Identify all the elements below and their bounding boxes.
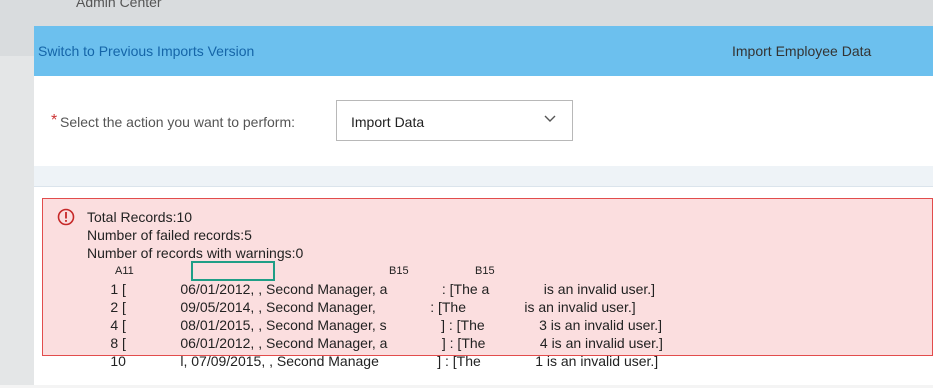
top-bar: Admin Center: [0, 0, 933, 26]
import-header: Switch to Previous Imports Version Impor…: [34, 26, 933, 76]
required-mark: *: [51, 112, 58, 129]
error-row: 8 [ 06/01/2012, , Second Manager, a ] : …: [87, 316, 663, 351]
action-label: Select the action you want to perform:: [60, 114, 296, 130]
action-row: * Select the action you want to perform:…: [34, 76, 933, 166]
date-highlight-box: [191, 261, 275, 281]
redaction-tag: A11: [113, 263, 136, 279]
action-select[interactable]: Import Data: [336, 100, 573, 141]
import-result-message: Total Records:10 Number of failed record…: [42, 198, 933, 369]
admin-center-title: Admin Center: [76, 0, 162, 10]
error-row: 10 l, 07/09/2015, , Second Manage ] : [T…: [87, 334, 663, 369]
chevron-down-icon: [544, 115, 556, 122]
left-strip: [0, 56, 34, 385]
failed-records: Number of failed records:5: [87, 227, 252, 243]
result-text: Total Records:10 Number of failed record…: [87, 208, 663, 369]
error-row: 1 [ 06/01/2012, , Second Manager, a : [T…: [87, 261, 663, 297]
redaction-tag: B15: [473, 263, 497, 279]
switch-previous-version-link[interactable]: Switch to Previous Imports Version: [38, 43, 254, 59]
redaction-tag: B15: [387, 263, 411, 279]
error-alert-icon: [57, 208, 75, 226]
grid-menu-icon[interactable]: [33, 0, 47, 4]
page-title: Import Employee Data: [732, 43, 872, 59]
error-row: 4 [ 08/01/2015, , Second Manager, s ] : …: [87, 298, 663, 333]
warning-records: Number of records with warnings:0: [87, 245, 304, 261]
error-row-text: 10 l, 07/09/2015, , Second Manage ] : [T…: [110, 353, 659, 369]
error-row: 2 [ 09/05/2014, , Second Manager, : [The…: [87, 280, 663, 315]
total-records: Total Records:10: [87, 209, 193, 225]
action-select-value: Import Data: [351, 114, 425, 130]
divider-band: [34, 166, 933, 187]
